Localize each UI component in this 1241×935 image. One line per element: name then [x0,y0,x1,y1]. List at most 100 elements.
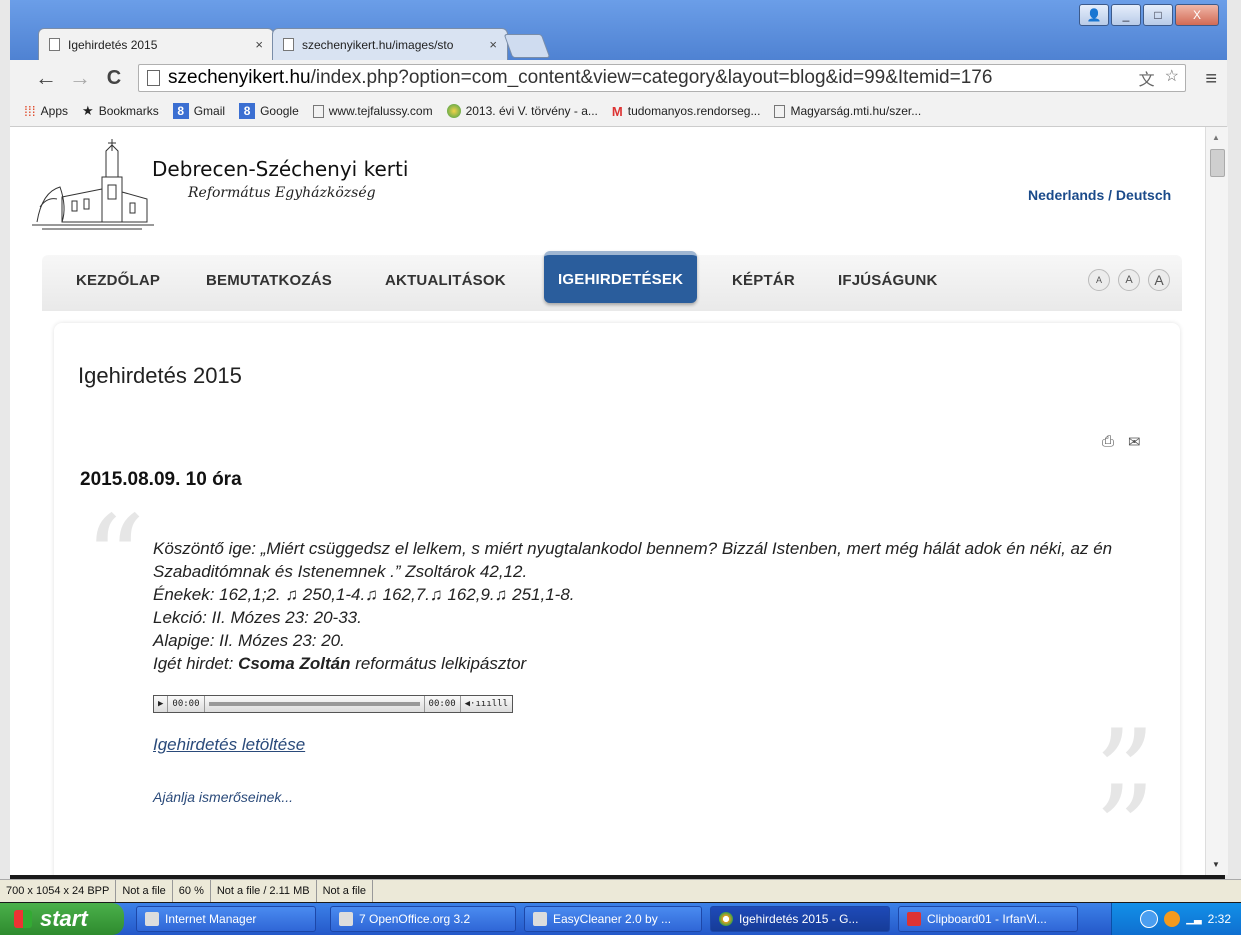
bookmark-bookmarks[interactable]: ★ Bookmarks [82,103,159,119]
status-size: Not a file / 2.11 MB [211,880,317,902]
network-icon[interactable] [1140,910,1159,928]
apps-icon: ⁞⁞⁞ [24,103,36,119]
volume-control[interactable]: ◀·ııılll [461,696,512,712]
task-chrome[interactable]: Igehirdetés 2015 - G... [710,906,890,932]
main-navigation: KEZDŐLAP BEMUTATKOZÁS AKTUALITÁSOK IGEHI… [42,251,1182,311]
menu-icon[interactable]: ≡ [1205,68,1217,91]
close-tab-icon[interactable]: × [255,37,263,52]
nav-item-aktualitasok[interactable]: AKTUALITÁSOK [385,272,506,289]
nav-item-igehirdetesek[interactable]: IGEHIRDETÉSEK [544,251,698,303]
translate-icon[interactable]: 文 [1139,66,1155,90]
background-window-edge [0,0,10,880]
tab-label: szechenyikert.hu/images/sto [302,37,454,52]
page-icon [49,38,60,51]
chrome-icon [719,912,733,926]
nav-item-ifjusagunk[interactable]: IFJÚSÁGUNK [838,272,938,289]
site-name: Debrecen-Széchenyi kerti [152,157,409,181]
new-tab-button[interactable] [503,34,551,58]
user-icon[interactable]: 👤 [1079,4,1109,26]
article-title: 2015.08.09. 10 óra [80,469,242,490]
font-size-small-button[interactable]: A [1088,269,1110,291]
language-links[interactable]: Nederlands / Deutsch [1028,187,1171,203]
scroll-down-icon[interactable]: ▼ [1212,860,1220,869]
email-icon[interactable]: ✉ [1128,433,1141,451]
tab-label: Igehirdetés 2015 [68,37,158,52]
google-icon: 8 [239,103,256,119]
irfanview-icon [907,912,921,926]
system-tray: ▁▃ 2:32 [1111,903,1241,935]
bookmark-apps[interactable]: ⁞⁞⁞ Apps [24,103,68,119]
forward-button[interactable]: → [68,66,92,90]
lesson-line: Lekció: II. Mózes 23: 20-33. [153,608,362,627]
back-button[interactable]: ← [34,66,58,90]
task-irfanview[interactable]: Clipboard01 - IrfanVi... [898,906,1078,932]
font-size-large-button[interactable]: A [1148,269,1170,291]
nav-item-kezdolap[interactable]: KEZDŐLAP [76,272,160,289]
current-time: 00:00 [168,696,205,712]
signal-icon: ▁▃ [1186,913,1202,925]
download-link[interactable]: Igehirdetés letöltése [153,735,305,755]
task-easycleaner[interactable]: EasyCleaner 2.0 by ... [524,906,702,932]
google-icon: 8 [172,103,189,119]
close-tab-icon[interactable]: × [489,37,497,52]
bookmark-rendorseg[interactable]: Mtudomanyos.rendorseg... [612,104,761,119]
nav-item-keptar[interactable]: KÉPTÁR [732,272,795,289]
share-link[interactable]: Ajánlja ismerőseinek... [153,789,293,805]
page-title: Igehirdetés 2015 [78,363,242,388]
internet-manager-icon [145,912,159,926]
task-internet-manager[interactable]: Internet Manager [136,906,316,932]
page-scrollbar[interactable]: ▲ ▼ [1205,127,1228,875]
seek-bar[interactable] [208,702,420,706]
hymns-line: Énekek: 162,1;2. ♫ 250,1-4.♫ 162,7.♫ 162… [153,585,575,604]
page-viewport: Debrecen-Széchenyi kerti Református Egyh… [10,127,1205,875]
window-controls: 👤 _ □ X [1079,4,1219,26]
status-file-2: Not a file [317,880,374,902]
tab-strip: Igehirdetés 2015 × szechenyikert.hu/imag… [10,0,1227,60]
browser-window: Igehirdetés 2015 × szechenyikert.hu/imag… [10,0,1228,875]
church-logo [32,139,154,230]
bookmark-google[interactable]: 8 Google [239,103,299,119]
status-file: Not a file [116,880,173,902]
print-icon[interactable]: ⎙ [1102,433,1114,451]
tab-image[interactable]: szechenyikert.hu/images/sto × [272,28,508,60]
gmail-icon: M [611,103,623,119]
tab-igehirdetes[interactable]: Igehirdetés 2015 × [38,28,274,60]
irfanview-statusbar: 700 x 1054 x 24 BPP Not a file 60 % Not … [0,879,1241,902]
scroll-up-icon[interactable]: ▲ [1212,133,1220,142]
url-text: szechenyikert.hu/index.php?option=com_co… [168,67,993,88]
duration-time: 00:00 [423,696,461,712]
maximize-button[interactable]: □ [1143,4,1173,26]
bookmark-torveny[interactable]: 2013. évi V. törvény - a... [446,104,598,118]
globe-icon [446,104,461,118]
windows-flag-icon [14,910,32,928]
bookmark-star-icon[interactable]: ☆ [1165,66,1179,90]
page-icon [283,38,294,51]
bookmark-magyarsag[interactable]: Magyarság.mti.hu/szer... [774,104,921,118]
sermon-details: Köszöntő ige: „Miért csüggedsz el lelkem… [153,537,1163,675]
font-size-medium-button[interactable]: A [1118,269,1140,291]
open-quote-icon: “ [84,491,146,630]
task-openoffice[interactable]: 7 OpenOffice.org 3.2 [330,906,516,932]
nav-item-bemutatkozas[interactable]: BEMUTATKOZÁS [206,272,332,289]
greeting-verse: Köszöntő ige: „Miért csüggedsz el lelkem… [153,539,1113,581]
reload-button[interactable]: C [102,66,126,90]
close-quote-icon-2: ” [1094,761,1156,876]
openoffice-icon [339,912,353,926]
easycleaner-icon [533,912,547,926]
start-button[interactable]: start [0,903,124,935]
content-panel: Igehirdetés 2015 ⎙ ✉ 2015.08.09. 10 óra … [54,323,1180,875]
close-window-button[interactable]: X [1175,4,1219,26]
bookmark-gmail[interactable]: 8 Gmail [172,103,225,119]
main-verse-line: Alapige: II. Mózes 23: 20. [153,631,345,650]
minimize-button[interactable]: _ [1111,4,1141,26]
preacher-line: Igét hirdet: Csoma Zoltán református lel… [153,654,527,673]
avast-icon[interactable] [1164,911,1181,927]
play-button[interactable]: ▶ [154,696,169,712]
address-bar[interactable]: szechenyikert.hu/index.php?option=com_co… [138,64,1186,92]
desktop: Igehirdetés 2015 × szechenyikert.hu/imag… [0,0,1241,935]
scroll-thumb[interactable] [1210,149,1225,177]
bookmark-tejfalussy[interactable]: www.tejfalussy.com [312,104,433,118]
site-subtitle: Református Egyházközség [188,185,376,201]
star-icon: ★ [82,103,94,118]
audio-player: ▶ 00:00 00:00 ◀·ııılll [153,695,513,713]
